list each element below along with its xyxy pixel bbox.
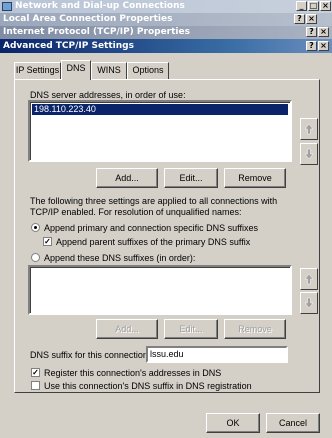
suffix-move-down-button[interactable]	[300, 292, 318, 314]
suffix-move-up-button[interactable]	[300, 268, 318, 290]
network-connections-titlebar: Network and Dial-up Connections _ □ ×	[0, 0, 332, 13]
connection-suffix-label: DNS suffix for this connection:	[30, 350, 151, 360]
register-dns-checkbox[interactable]: ✓	[31, 368, 40, 377]
append-parent-checkbox[interactable]: ✓	[43, 237, 52, 246]
down-arrow-icon	[304, 148, 314, 160]
tcpip-properties-title: Internet Protocol (TCP/IP) Properties	[3, 27, 190, 37]
close-button[interactable]: ×	[320, 1, 331, 11]
dns-edit-button[interactable]: Edit...	[164, 168, 218, 188]
append-primary-label: Append primary and connection specific D…	[44, 223, 258, 233]
lan-help-button[interactable]: ?	[294, 14, 305, 24]
lan-close-button[interactable]: ×	[306, 14, 317, 24]
dns-remove-button[interactable]: Remove	[224, 168, 286, 188]
minimize-button[interactable]: _	[296, 1, 307, 11]
dns-server-move-down-button[interactable]	[300, 143, 318, 165]
suffix-edit-button[interactable]: Edit...	[164, 319, 218, 339]
dns-settings-description: The following three settings are applied…	[30, 196, 278, 217]
register-dns-label: Register this connection's addresses in …	[44, 368, 222, 378]
maximize-button[interactable]: □	[308, 1, 319, 11]
advanced-help-button[interactable]: ?	[306, 41, 317, 51]
suffix-remove-button[interactable]: Remove	[224, 319, 286, 339]
cancel-button[interactable]: Cancel	[266, 413, 320, 433]
lan-properties-title: Local Area Connection Properties	[3, 14, 173, 24]
tcpip-help-button[interactable]: ?	[306, 27, 317, 37]
tab-options[interactable]: Options	[127, 62, 169, 79]
dns-suffixes-list[interactable]	[28, 265, 292, 315]
advanced-close-button[interactable]: ×	[318, 41, 329, 51]
tab-wins[interactable]: WINS	[91, 62, 127, 79]
append-these-radio[interactable]	[31, 253, 40, 262]
append-these-label: Append these DNS suffixes (in order):	[44, 253, 196, 263]
use-suffix-label: Use this connection's DNS suffix in DNS …	[44, 381, 252, 391]
tcpip-properties-titlebar: Internet Protocol (TCP/IP) Properties ? …	[0, 26, 332, 39]
tab-dns[interactable]: DNS	[61, 60, 91, 80]
lan-properties-titlebar: Local Area Connection Properties ? ×	[0, 13, 332, 26]
ok-button[interactable]: OK	[206, 413, 260, 433]
append-parent-label: Append parent suffixes of the primary DN…	[56, 237, 251, 247]
up-arrow-icon	[304, 123, 314, 135]
network-connections-title: Network and Dial-up Connections	[15, 1, 185, 11]
tab-ip-settings[interactable]: IP Settings	[14, 62, 61, 79]
tcpip-close-button[interactable]: ×	[318, 27, 329, 37]
dns-servers-label: DNS server addresses, in order of use:	[30, 90, 186, 100]
advanced-tcpip-titlebar: Advanced TCP/IP Settings ? ×	[0, 39, 332, 53]
dns-servers-list[interactable]: 198.110.223.40	[28, 100, 292, 162]
network-connections-icon	[2, 2, 12, 11]
up-arrow-icon	[304, 273, 314, 285]
dns-server-move-up-button[interactable]	[300, 118, 318, 140]
dns-add-button[interactable]: Add...	[96, 168, 158, 188]
append-primary-radio[interactable]	[31, 223, 40, 232]
advanced-tcpip-title: Advanced TCP/IP Settings	[3, 41, 134, 51]
radio-selected-dot	[34, 226, 37, 229]
down-arrow-icon	[304, 297, 314, 309]
suffix-add-button[interactable]: Add...	[96, 319, 158, 339]
use-suffix-checkbox[interactable]	[31, 381, 40, 390]
dns-server-item[interactable]: 198.110.223.40	[32, 104, 288, 115]
connection-suffix-input[interactable]: lssu.edu	[146, 346, 288, 363]
